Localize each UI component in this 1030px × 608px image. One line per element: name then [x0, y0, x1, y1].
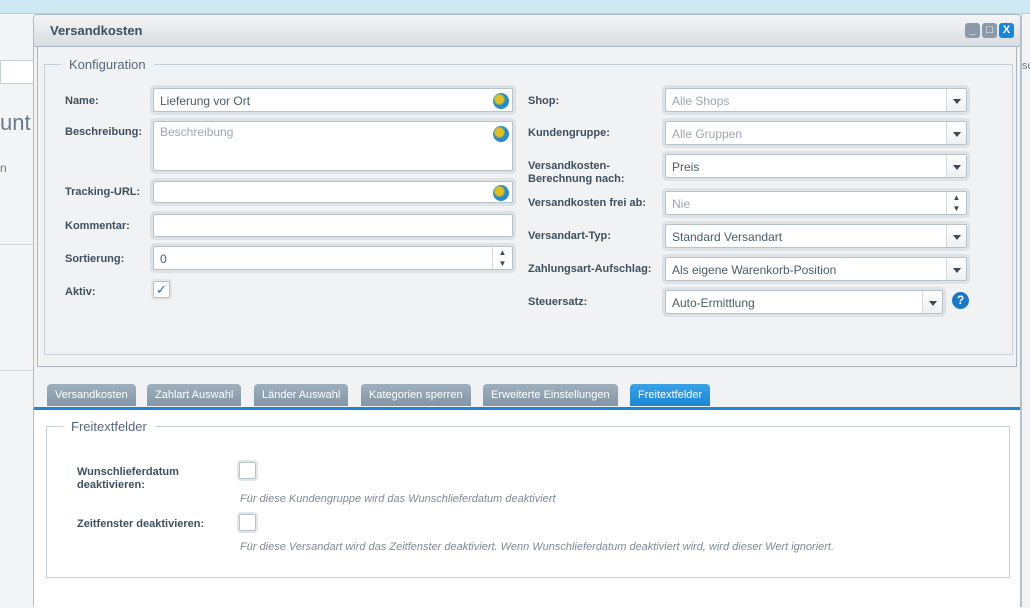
frei-ab-label: Versandkosten frei ab:: [528, 197, 646, 209]
tab-erweiterte-einstellungen[interactable]: Erweiterte Einstellungen: [483, 384, 618, 406]
shop-select[interactable]: Alle Shops: [665, 88, 967, 112]
berechnung-value: Preis: [672, 160, 700, 174]
background-text: unt: [0, 110, 31, 135]
steuersatz-label: Steuersatz:: [528, 296, 588, 308]
chevron-down-icon[interactable]: [922, 291, 942, 313]
kundengruppe-label: Kundengruppe:: [528, 127, 610, 139]
beschreibung-placeholder: Beschreibung: [160, 125, 234, 139]
label-line: Versandkosten-: [528, 160, 610, 172]
top-bar: [0, 0, 1030, 14]
typ-value: Standard Versandart: [672, 230, 783, 244]
chevron-down-icon[interactable]: [946, 122, 966, 144]
typ-select[interactable]: Standard Versandart: [665, 224, 967, 248]
globe-icon[interactable]: [493, 126, 509, 142]
globe-icon[interactable]: [493, 93, 509, 109]
close-button[interactable]: X: [999, 23, 1014, 38]
aufschlag-value: Als eigene Warenkorb-Position: [672, 263, 837, 277]
sortierung-label: Sortierung:: [65, 253, 125, 265]
background-input: [0, 60, 34, 84]
label-line: deaktivieren:: [77, 479, 145, 491]
shop-label: Shop:: [528, 95, 560, 107]
name-input[interactable]: Lieferung vor Ort: [153, 88, 513, 112]
zeitfenster-label: Zeitfenster deaktivieren:: [77, 518, 205, 530]
aktiv-label: Aktiv:: [65, 286, 96, 298]
beschreibung-textarea[interactable]: Beschreibung: [153, 121, 513, 171]
divider: [0, 370, 34, 371]
fieldset-legend: Freitextfelder: [71, 419, 147, 434]
name-label: Name:: [65, 95, 99, 107]
zeitfenster-hint: Für diese Versandart wird das Zeitfenste…: [240, 541, 835, 553]
tracking-url-input[interactable]: [153, 181, 513, 203]
fieldset-legend: Konfiguration: [69, 57, 146, 72]
aufschlag-select[interactable]: Als eigene Warenkorb-Position: [665, 257, 967, 281]
aktiv-checkbox[interactable]: ✓: [153, 281, 170, 298]
typ-label: Versandart-Typ:: [528, 230, 611, 242]
wunschlieferdatum-checkbox[interactable]: [239, 462, 256, 479]
tracking-url-label: Tracking-URL:: [65, 186, 141, 198]
chevron-down-icon[interactable]: [946, 155, 966, 177]
background-text: sc: [1022, 60, 1030, 72]
divider: [0, 244, 34, 245]
label-line: Berechnung nach:: [528, 173, 625, 185]
window-titlebar[interactable]: Versandkosten _ □ X: [34, 15, 1020, 47]
shop-placeholder: Alle Shops: [672, 94, 730, 108]
spinner-arrows-icon[interactable]: ▲ ▼: [492, 247, 512, 269]
beschreibung-label: Beschreibung:: [65, 126, 143, 138]
chevron-down-icon[interactable]: [946, 225, 966, 247]
window-title: Versandkosten: [50, 23, 143, 38]
zeitfenster-checkbox[interactable]: [239, 514, 256, 531]
kommentar-label: Kommentar:: [65, 220, 130, 232]
wunschlieferdatum-hint: Für diese Kundengruppe wird das Wunschli…: [240, 493, 556, 505]
chevron-down-icon[interactable]: [946, 258, 966, 280]
sortierung-value: 0: [160, 252, 167, 266]
kundengruppe-select[interactable]: Alle Gruppen: [665, 121, 967, 145]
tab-freitextfelder[interactable]: Freitextfelder: [630, 384, 711, 406]
berechnung-label: Versandkosten- Berechnung nach:: [528, 160, 625, 186]
frei-ab-stepper[interactable]: Nie ▲ ▼: [665, 191, 967, 215]
kundengruppe-placeholder: Alle Gruppen: [672, 127, 743, 141]
steuersatz-value: Auto-Ermittlung: [672, 296, 755, 310]
tab-laender-auswahl[interactable]: Länder Auswahl: [254, 384, 349, 406]
tab-zahlart-auswahl[interactable]: Zahlart Auswahl: [147, 384, 242, 406]
frei-ab-placeholder: Nie: [672, 197, 691, 211]
sortierung-stepper[interactable]: 0 ▲ ▼: [153, 246, 513, 270]
label-line: Wunschlieferdatum: [77, 466, 179, 478]
berechnung-select[interactable]: Preis: [665, 154, 967, 178]
tab-versandkosten[interactable]: Versandkosten: [47, 384, 136, 406]
background-text: n: [0, 161, 7, 175]
wunschlieferdatum-label: Wunschlieferdatum deaktivieren:: [77, 466, 179, 492]
spinner-arrows-icon[interactable]: ▲ ▼: [946, 192, 966, 214]
background-panel-left: unt n: [0, 14, 34, 607]
globe-icon[interactable]: [493, 185, 509, 201]
tab-kategorien-sperren[interactable]: Kategorien sperren: [361, 384, 471, 406]
minimize-button[interactable]: _: [965, 23, 980, 38]
name-value: Lieferung vor Ort: [160, 94, 251, 108]
steuersatz-select[interactable]: Auto-Ermittlung: [665, 290, 943, 314]
chevron-down-icon[interactable]: [946, 89, 966, 111]
kommentar-input[interactable]: [153, 214, 513, 237]
help-icon[interactable]: ?: [952, 292, 969, 309]
aufschlag-label: Zahlungsart-Aufschlag:: [528, 263, 652, 275]
background-panel-right: sc: [1021, 14, 1030, 607]
maximize-button[interactable]: □: [982, 23, 997, 38]
